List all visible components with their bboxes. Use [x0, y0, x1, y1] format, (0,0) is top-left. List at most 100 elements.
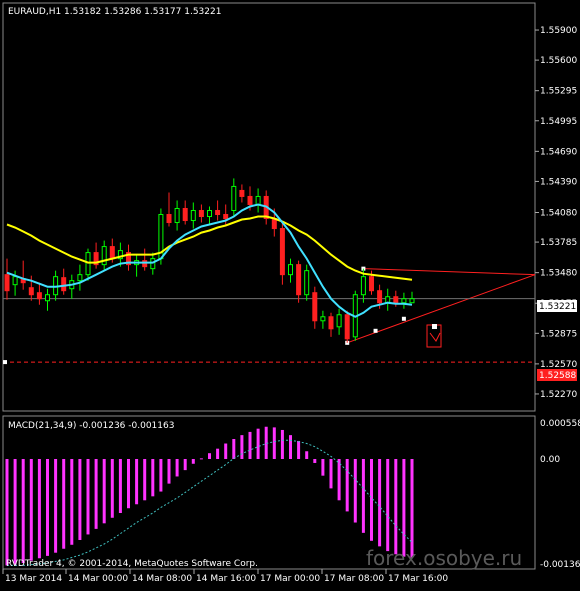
macd-bar	[402, 459, 406, 557]
resistance-trendline	[363, 268, 536, 276]
candle-body	[150, 258, 156, 270]
candle-body	[336, 314, 342, 328]
macd-bar	[118, 459, 122, 513]
macd-tick-label: 0.00	[540, 455, 560, 465]
macd-bar	[297, 440, 301, 459]
price-axis: 1.55900 1.55600 1.55295 1.54995 1.54690 1.543…	[535, 26, 577, 400]
macd-bar	[175, 459, 179, 477]
support-level-anchor	[3, 360, 7, 365]
current-price-label: 1.53221	[539, 302, 576, 312]
macd-bar	[46, 459, 49, 556]
candle-body	[182, 207, 188, 222]
watermark: forex.osobye.ru	[366, 546, 522, 570]
macd-bar	[21, 459, 25, 564]
macd-bar	[86, 459, 90, 535]
candle-body	[320, 316, 326, 322]
macd-bar	[208, 453, 211, 459]
macd-bar	[159, 459, 163, 492]
candle-body	[109, 246, 115, 260]
macd-axis: 0.000558 0.00 -0.00136	[540, 419, 580, 570]
macd-bar	[13, 459, 17, 565]
candle-body	[409, 298, 415, 304]
macd-bar	[151, 459, 155, 497]
macd-bar	[280, 429, 284, 459]
candle-body	[28, 287, 34, 296]
level-price-marker: 1.52588	[537, 369, 577, 381]
macd-bar	[94, 459, 98, 529]
price-tick-label: 1.54690	[540, 147, 577, 157]
macd-tick-label: 0.000558	[540, 419, 580, 429]
ohlc-values: 1.53182 1.53286 1.53177 1.53221	[64, 7, 221, 17]
macd-signal	[7, 439, 413, 566]
candle-body	[255, 195, 261, 205]
macd-bar	[78, 459, 82, 540]
candle-body	[239, 189, 245, 197]
macd-bar	[370, 459, 373, 541]
macd-bar	[216, 448, 220, 459]
macd-bar	[54, 459, 58, 553]
macd-signal-line	[7, 439, 413, 566]
macd-bar	[143, 459, 147, 501]
macd-bar	[62, 459, 66, 549]
macd-bar	[127, 459, 130, 509]
price-tick-label: 1.54995	[540, 117, 577, 127]
macd-bar	[313, 459, 317, 463]
candle-body	[377, 290, 383, 304]
candle-body	[12, 276, 18, 286]
macd-bar	[29, 459, 33, 561]
candle-body	[61, 277, 67, 292]
macd-bars	[5, 426, 414, 566]
macd-bar	[240, 435, 244, 459]
macd-header: MACD(21,34,9) -0.001236 -0.001163	[8, 421, 174, 431]
candle-body	[198, 209, 204, 218]
price-tick-label: 1.54080	[540, 209, 577, 219]
macd-bar	[70, 459, 74, 545]
candle-body	[360, 276, 366, 296]
price-tick-label: 1.52570	[540, 360, 577, 370]
macd-bar	[37, 459, 41, 559]
macd-bar	[224, 443, 228, 459]
macd-bar	[378, 459, 382, 547]
candle-body	[142, 260, 148, 268]
candle-body	[190, 209, 196, 222]
price-tick-label: 1.52875	[540, 329, 577, 339]
macd-bar	[110, 459, 114, 518]
time-axis: 13 Mar 2014 14 Mar 00:00 14 Mar 08:00 14 Ma…	[2, 569, 448, 584]
candle-body	[4, 274, 10, 292]
candle-body	[223, 214, 229, 220]
candle-body	[247, 195, 253, 205]
price-tick-label: 1.55600	[540, 56, 577, 66]
macd-bar	[248, 431, 252, 459]
macd-bar	[337, 459, 341, 501]
price-tick-label: 1.52270	[540, 390, 577, 400]
macd-bar	[5, 459, 9, 566]
macd-bar	[191, 459, 195, 464]
level-price-label: 1.52588	[539, 371, 576, 381]
time-tick-label: 17 Mar 16:00	[388, 574, 448, 584]
macd-bar	[272, 427, 276, 459]
macd-bar	[353, 459, 357, 523]
macd-bar	[289, 435, 292, 459]
candle-body	[328, 316, 334, 330]
candle-body	[279, 228, 285, 276]
candle-body	[401, 298, 407, 304]
macd-bar	[386, 459, 390, 552]
candle-body	[231, 185, 237, 211]
macd-bar	[394, 459, 398, 555]
copyright-text: RVDTrader 4, © 2001-2014, MetaQuotes Sof…	[6, 559, 258, 569]
macd-bar	[167, 459, 171, 484]
time-tick-label: 14 Mar 00:00	[68, 574, 128, 584]
signal-marker[interactable]	[426, 324, 442, 348]
mt4-terminal: 1.55900 1.55600 1.55295 1.54995 1.54690 1.543…	[0, 0, 580, 587]
ma-yellow-line	[6, 215, 413, 281]
macd-tick-label: -0.00136	[540, 560, 580, 570]
candle-body	[174, 207, 180, 224]
price-tick-label: 1.55900	[540, 26, 577, 36]
macd-bar	[135, 459, 139, 505]
price-chart[interactable]: 1.55900 1.55600 1.55295 1.54995 1.54690 1.543…	[0, 0, 580, 587]
time-tick-label: 13 Mar 2014	[5, 574, 62, 584]
trendline-anchor	[373, 328, 378, 333]
candle-body	[369, 276, 374, 292]
macd-bar	[102, 459, 106, 524]
candle-body	[45, 294, 50, 302]
